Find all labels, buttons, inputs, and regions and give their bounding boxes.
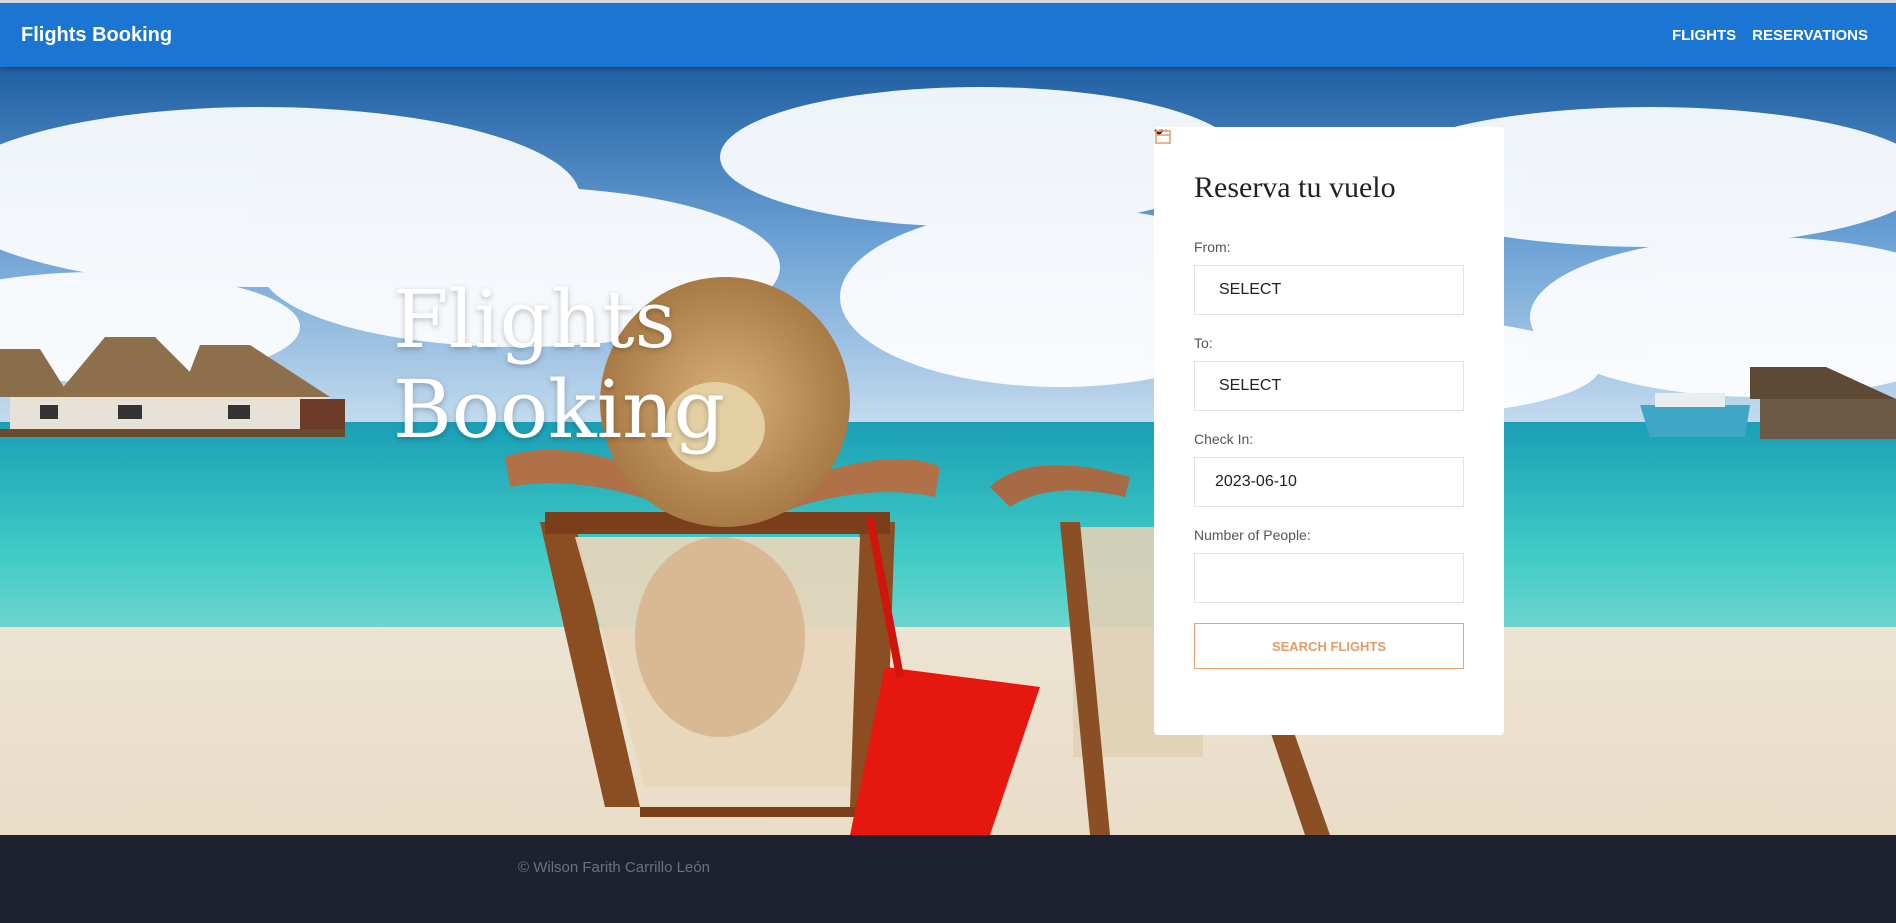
to-select-value: SELECT <box>1219 377 1282 394</box>
checkin-label: Check In: <box>1194 431 1254 447</box>
form-title: Reserva tu vuelo <box>1194 171 1396 204</box>
checkin-date-input[interactable]: 2023-06-10 <box>1155 129 1464 507</box>
hero-section: Flights Booking Reserva tu vuelo From: S… <box>0 67 1896 835</box>
footer: © Wilson Farith Carrillo León <box>0 835 1896 923</box>
hero-title-line-2: Booking <box>393 363 725 456</box>
booking-form: Reserva tu vuelo From: SELECT To: SELECT… <box>1154 127 1504 735</box>
nav-reservations-link[interactable]: RESERVATIONS <box>1752 27 1868 44</box>
brand-logo[interactable]: Flights Booking <box>21 24 172 47</box>
nav-flights-link[interactable]: FLIGHTS <box>1672 27 1736 44</box>
nav-links: FLIGHTS RESERVATIONS <box>1672 27 1868 44</box>
navbar: Flights Booking FLIGHTS RESERVATIONS <box>0 3 1896 67</box>
beach-background-image <box>0 67 1896 835</box>
copyright-text: © Wilson Farith Carrillo León <box>518 859 710 876</box>
search-flights-button[interactable]: SEARCH FLIGHTS <box>1194 623 1464 669</box>
people-input[interactable] <box>1194 553 1464 603</box>
from-label: From: <box>1194 239 1231 255</box>
to-select[interactable]: SELECT <box>1154 129 1464 411</box>
to-label: To: <box>1194 335 1213 351</box>
from-select-value: SELECT <box>1219 281 1282 298</box>
checkin-date-value: 2023-06-10 <box>1215 473 1297 490</box>
people-label: Number of People: <box>1194 527 1311 543</box>
calendar-icon[interactable] <box>1154 127 1172 145</box>
hero-title-line-1: Flights <box>393 273 676 366</box>
hero-title: Flights Booking <box>393 275 813 455</box>
from-select[interactable]: SELECT <box>1154 129 1464 315</box>
